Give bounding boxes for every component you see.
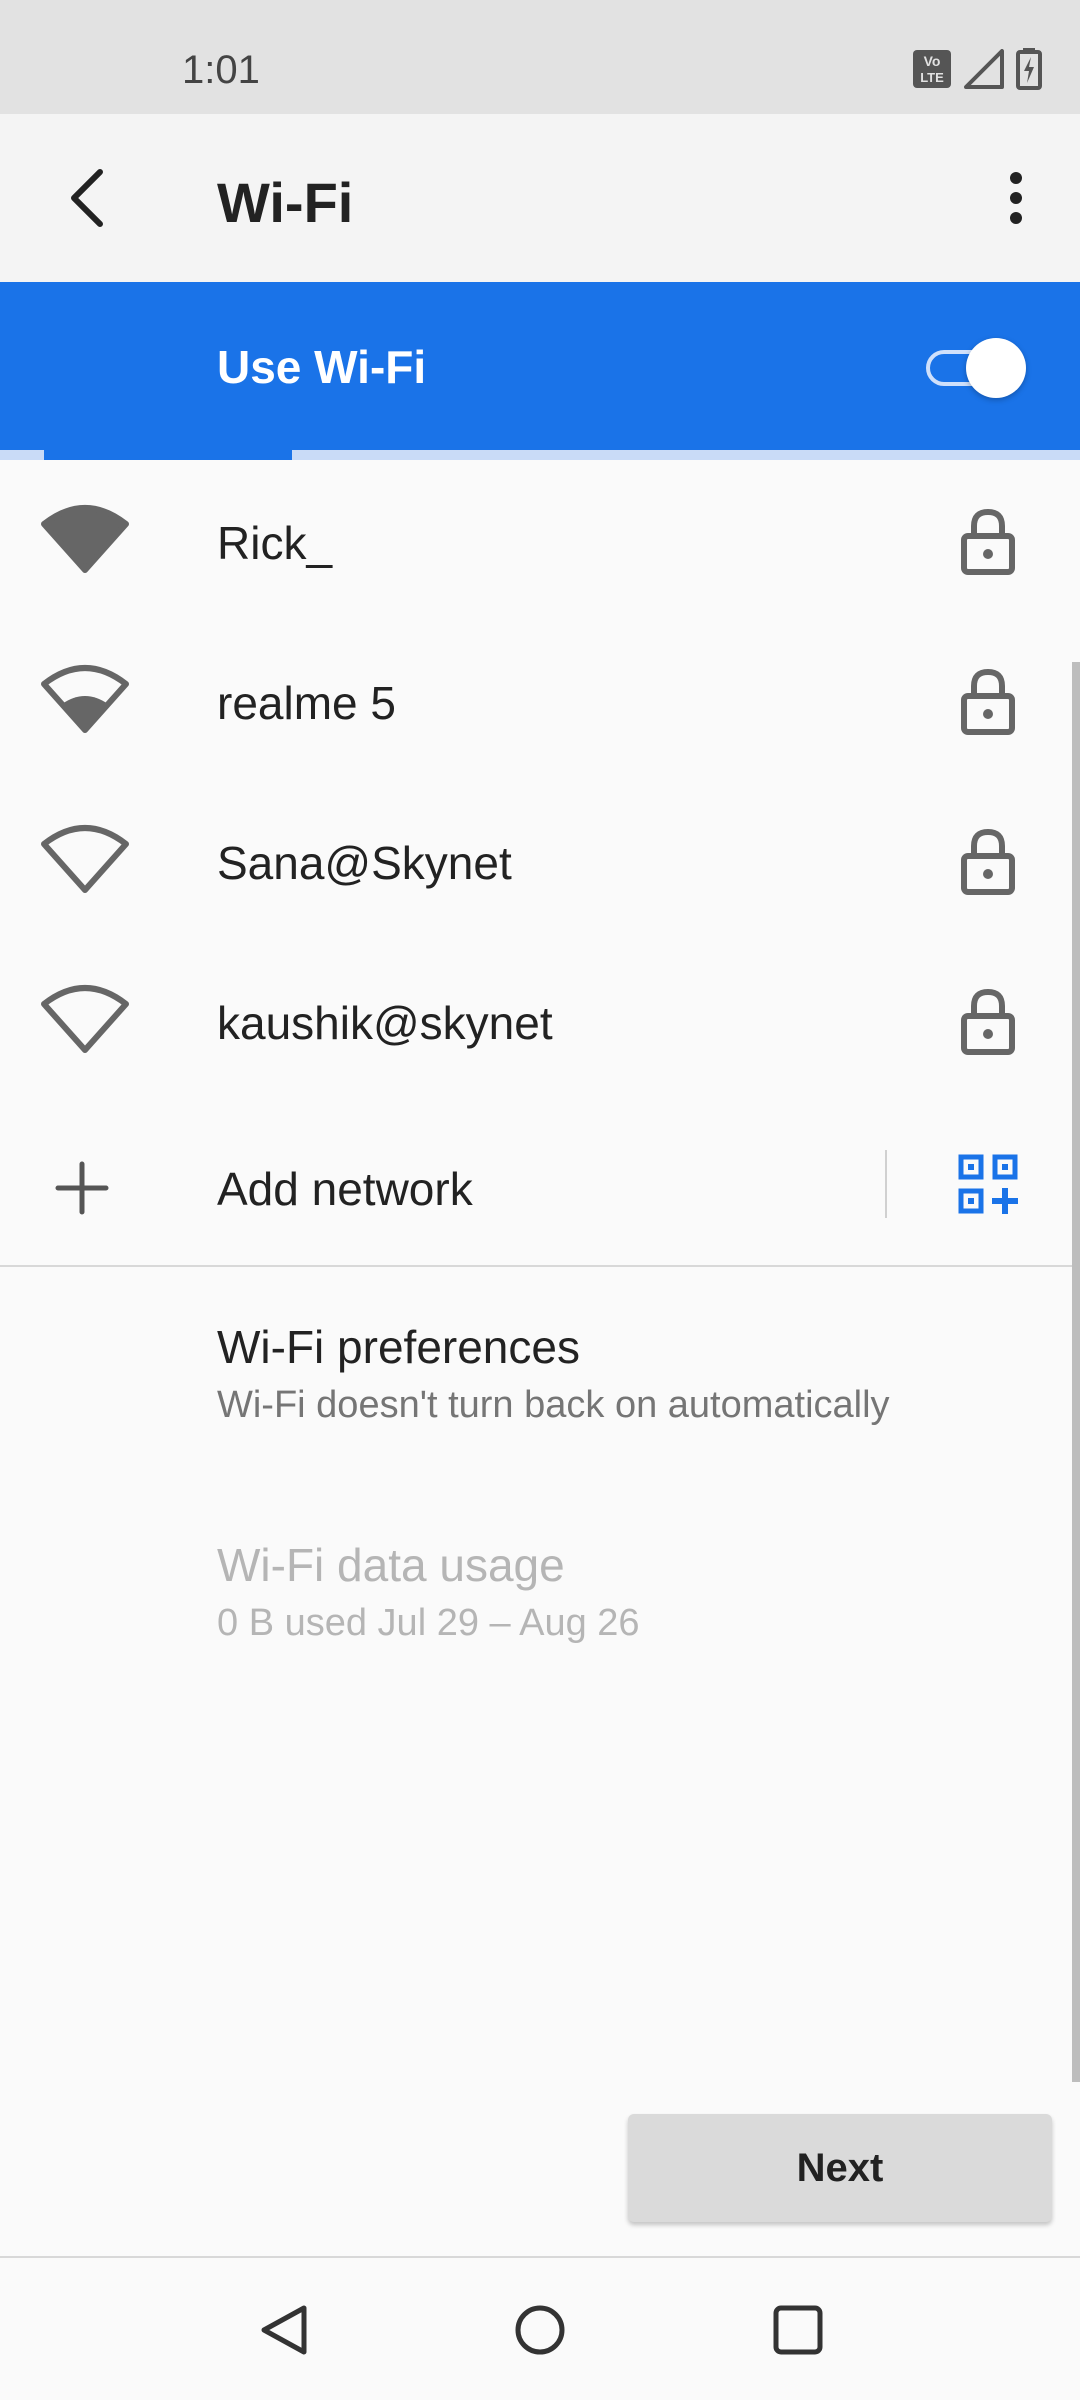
network-name: realme 5 [217, 677, 396, 729]
nav-home-button[interactable] [504, 2294, 576, 2366]
plus-icon [55, 1161, 109, 1215]
network-item[interactable]: Rick_ [0, 460, 1080, 620]
svg-text:Vo: Vo [924, 53, 941, 69]
nav-recents-button[interactable] [762, 2294, 834, 2366]
svg-text:LTE: LTE [920, 70, 944, 85]
network-name: Rick_ [217, 517, 333, 569]
wifi-data-usage-subtitle: 0 B used Jul 29 – Aug 26 [217, 1602, 640, 1644]
section-divider [0, 1265, 1080, 1267]
wifi-signal-weak-icon [41, 825, 129, 893]
app-bar: Wi-Fi [0, 114, 1080, 282]
nav-back-button[interactable] [248, 2294, 320, 2366]
page-title: Wi-Fi [217, 171, 354, 234]
network-item[interactable]: realme 5 [0, 620, 1080, 780]
volte-icon: Vo LTE [913, 50, 951, 88]
use-wifi-toggle-row[interactable]: Use Wi-Fi [0, 282, 1080, 450]
add-network-row[interactable]: Add network [0, 1106, 1080, 1266]
network-name: Sana@Skynet [217, 837, 512, 889]
network-name: kaushik@skynet [217, 997, 553, 1049]
navigation-bar [0, 2258, 1080, 2400]
battery-charging-icon [1016, 48, 1042, 90]
wifi-signal-weak-icon [41, 985, 129, 1053]
add-network-label: Add network [217, 1163, 473, 1215]
lock-icon [961, 988, 1015, 1055]
nav-back-icon [261, 2305, 307, 2355]
switch-thumb [966, 338, 1026, 398]
status-time: 1:01 [182, 48, 260, 92]
use-wifi-switch[interactable] [926, 338, 1026, 398]
lock-icon [961, 508, 1015, 575]
more-options-button[interactable] [976, 156, 1056, 240]
network-item[interactable]: Sana@Skynet [0, 780, 1080, 940]
lock-icon [961, 668, 1015, 735]
back-button[interactable] [44, 156, 128, 240]
vertical-divider [885, 1150, 887, 1218]
wifi-preferences-item[interactable]: Wi-Fi preferences Wi-Fi doesn't turn bac… [217, 1320, 890, 1427]
use-wifi-label: Use Wi-Fi [217, 341, 427, 393]
wifi-data-usage-item[interactable]: Wi-Fi data usage 0 B used Jul 29 – Aug 2… [217, 1538, 640, 1645]
scrollbar[interactable] [1072, 662, 1080, 2082]
wifi-data-usage-title: Wi-Fi data usage [217, 1539, 565, 1591]
back-arrow-icon [71, 169, 103, 227]
wifi-preferences-subtitle: Wi-Fi doesn't turn back on automatically [217, 1384, 890, 1426]
network-item[interactable]: kaushik@skynet [0, 940, 1080, 1100]
wifi-signal-medium-icon [41, 665, 129, 733]
wifi-preferences-title: Wi-Fi preferences [217, 1321, 580, 1373]
nav-home-icon [515, 2305, 565, 2355]
wifi-signal-full-icon [41, 505, 129, 573]
next-button[interactable]: Next [628, 2114, 1052, 2222]
qr-scan-icon[interactable] [958, 1154, 1018, 1214]
more-vert-icon [1010, 172, 1022, 224]
scan-progress-indicator [44, 450, 292, 460]
lock-icon [961, 828, 1015, 895]
nav-recents-icon [773, 2305, 823, 2355]
status-bar: 1:01 Vo LTE [0, 0, 1080, 114]
signal-icon [964, 49, 1004, 89]
status-icons: Vo LTE [912, 48, 1042, 90]
